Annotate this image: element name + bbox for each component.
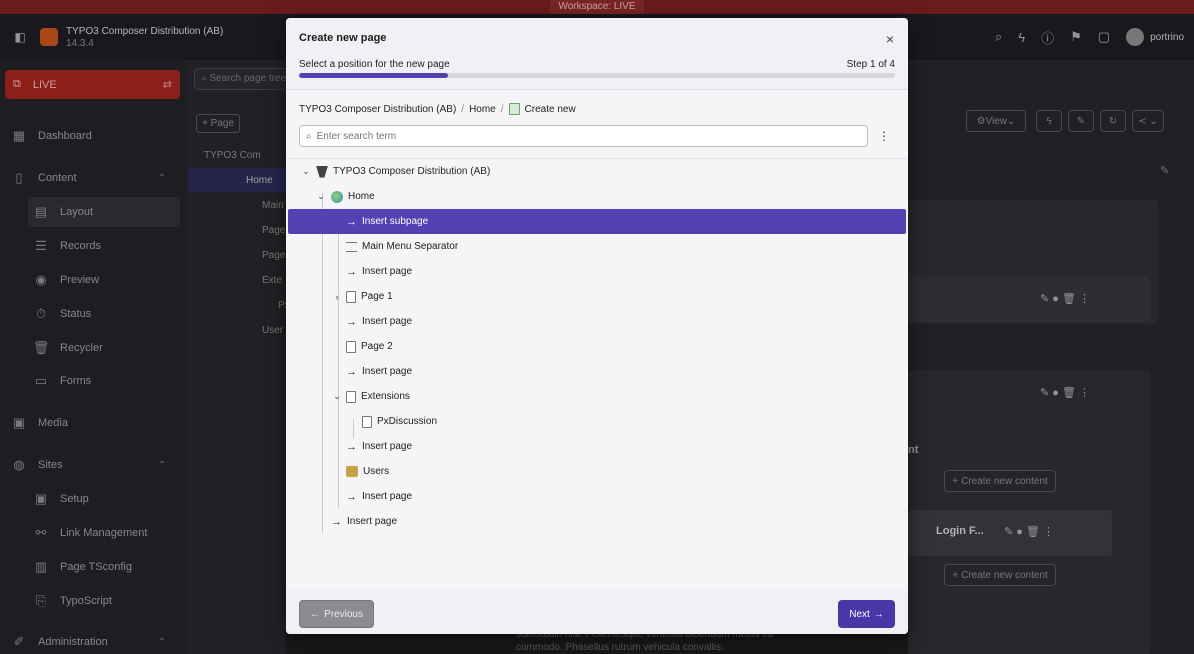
users-folder-icon [346,466,358,477]
arrow-right-icon: → [346,265,357,278]
tree-row-insert-subpage[interactable]: → Insert subpage [288,209,906,234]
tree-row-users[interactable]: Users [288,459,906,484]
globe-icon [331,190,343,203]
next-label: Next [849,608,870,620]
tree-row-insert-page[interactable]: → Insert page [288,509,906,534]
next-button[interactable]: Next → [838,600,895,628]
arrow-right-icon: → [873,608,884,620]
create-page-modal: Create new page × Select a position for … [286,18,908,634]
tree-row-insert-page[interactable]: → Insert page [288,434,906,459]
page-icon [346,340,356,353]
chevron-down-icon[interactable]: ⌄ [301,166,311,177]
breadcrumb-separator: / [500,103,504,115]
tree-row-extensions[interactable]: ⌄ Extensions [288,384,906,409]
tree-row-home[interactable]: ⌄ Home [288,184,906,209]
tree-row-label: Insert page [362,491,413,502]
page-icon [346,290,356,303]
tree-row-insert-page[interactable]: → Insert page [288,359,906,384]
previous-label: Previous [324,608,363,620]
search-field[interactable]: ⌕ [299,125,868,147]
arrow-right-icon: → [346,215,357,228]
tree-row-label: Insert page [362,441,413,452]
breadcrumb-item: Create new [524,103,576,115]
chevron-right-icon[interactable]: › [332,292,342,302]
page-icon [362,415,372,428]
tree-row-label: Page 1 [361,291,393,302]
arrow-right-icon: → [346,365,357,378]
arrow-right-icon: → [331,515,342,528]
tree-row-label: Extensions [361,391,410,402]
tree-row-label: Insert page [347,516,398,527]
step-label: Select a position for the new page [299,59,450,70]
arrow-right-icon: → [346,315,357,328]
progress-fill [299,73,448,78]
tree-row-label: Users [363,466,390,477]
arrow-left-icon: ← [310,608,321,620]
tree-row-label: Home [348,191,375,202]
search-input[interactable] [316,130,837,142]
typo3-icon [316,165,328,178]
breadcrumb: TYPO3 Composer Distribution (AB) / Home … [299,103,576,115]
breadcrumb-item[interactable]: Home [469,104,496,115]
breadcrumb-separator: / [461,103,465,115]
chevron-down-icon[interactable]: ⌄ [316,191,326,202]
arrow-right-icon: → [346,440,357,453]
page-icon [346,390,356,403]
tree-row-pxdiscussion[interactable]: PxDiscussion [288,409,906,434]
tree-row-page-2[interactable]: Page 2 [288,334,906,359]
more-options-icon[interactable]: ⋮ [878,129,890,143]
modal-footer: ← Previous Next → [286,588,908,634]
position-tree: ⌄ TYPO3 Composer Distribution (AB) ⌄ Hom… [286,158,908,558]
tree-row-label: Insert page [362,266,413,277]
tree-row-page-1[interactable]: › Page 1 [288,284,906,309]
tree-row-insert-page[interactable]: → Insert page [288,309,906,334]
tree-row-label: Main Menu Separator [362,241,459,252]
breadcrumb-item[interactable]: TYPO3 Composer Distribution (AB) [299,104,456,115]
tree-row-insert-page[interactable]: → Insert page [288,484,906,509]
step-count: Step 1 of 4 [846,59,895,70]
tree-row-label: Page 2 [361,341,393,352]
tree-row-label: PxDiscussion [377,416,438,427]
new-page-icon [508,103,520,115]
close-icon[interactable]: × [886,31,894,47]
previous-button[interactable]: ← Previous [299,600,374,628]
tree-row-root[interactable]: ⌄ TYPO3 Composer Distribution (AB) [288,159,906,184]
search-icon: ⌕ [306,130,312,142]
separator-icon [346,241,357,252]
tree-row-label: Insert subpage [362,216,429,227]
chevron-down-icon[interactable]: ⌄ [332,391,342,402]
tree-row-separator[interactable]: Main Menu Separator [288,234,906,259]
progress-bar [299,73,895,78]
tree-row-insert-page[interactable]: → Insert page [288,259,906,284]
tree-row-label: Insert page [362,366,413,377]
tree-row-label: TYPO3 Composer Distribution (AB) [333,166,491,177]
tree-row-label: Insert page [362,316,413,327]
modal-header: Create new page × Select a position for … [286,18,908,90]
modal-title: Create new page [299,32,387,44]
arrow-right-icon: → [346,490,357,503]
